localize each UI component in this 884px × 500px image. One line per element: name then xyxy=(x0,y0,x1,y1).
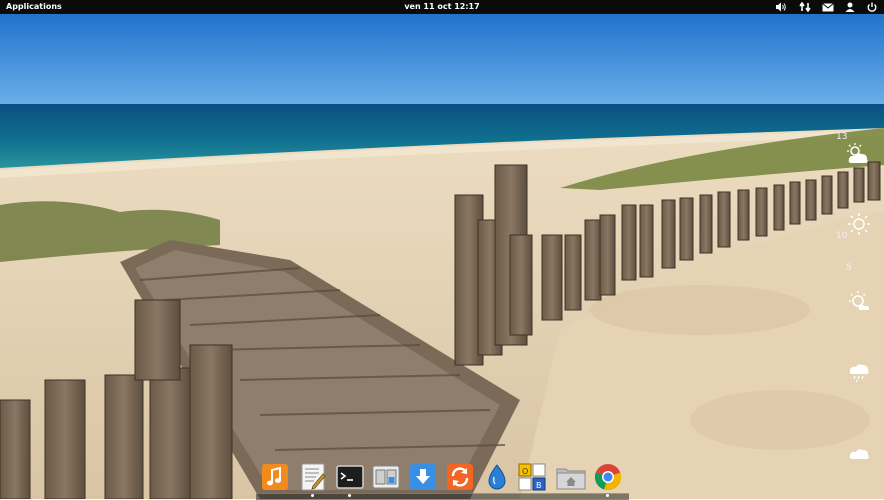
mail-icon[interactable] xyxy=(821,1,835,13)
svg-text:B: B xyxy=(536,481,542,490)
temperature-label: 13 xyxy=(836,132,848,142)
settings-app[interactable] xyxy=(372,463,400,491)
running-indicator xyxy=(606,494,609,497)
panel-clock[interactable]: ven 11 oct 12:17 xyxy=(0,2,884,11)
sunny-haze-icon xyxy=(849,291,869,310)
temperature-label: 10 xyxy=(836,231,848,241)
terminal-icon xyxy=(336,465,364,489)
music-note-icon xyxy=(262,464,288,490)
water-drop-icon xyxy=(488,464,506,490)
user-icon[interactable] xyxy=(843,1,857,13)
text-editor-icon xyxy=(301,463,326,491)
chrome-app[interactable] xyxy=(594,463,622,497)
cloud-icon xyxy=(849,449,869,459)
music-app[interactable] xyxy=(261,463,289,491)
text-editor-app[interactable] xyxy=(299,463,327,497)
office-app[interactable]: O B xyxy=(518,463,546,491)
midori-browser-app[interactable] xyxy=(483,463,511,491)
svg-text:O: O xyxy=(522,467,528,476)
sound-icon[interactable] xyxy=(774,1,788,13)
office-blocks-icon: O B xyxy=(518,463,546,491)
power-icon[interactable] xyxy=(865,1,879,13)
rain-icon xyxy=(849,364,869,383)
partly-cloudy-icon xyxy=(847,143,868,163)
download-arrow-icon xyxy=(410,464,436,490)
weather-widget: 13 10 5 xyxy=(834,125,884,485)
terminal-app[interactable] xyxy=(336,463,364,497)
network-icon[interactable] xyxy=(798,1,812,13)
update-manager-app[interactable] xyxy=(446,463,474,491)
dock: O B xyxy=(256,459,629,500)
home-folder-icon xyxy=(556,468,586,490)
files-app[interactable] xyxy=(556,463,586,491)
desktop-wallpaper xyxy=(0,0,884,499)
running-indicator xyxy=(348,494,351,497)
sunny-icon xyxy=(848,213,870,235)
sync-arrows-icon xyxy=(447,464,473,490)
top-panel: Applications ven 11 oct 12:17 xyxy=(0,0,884,14)
temperature-label: 5 xyxy=(846,263,852,273)
running-indicator xyxy=(311,494,314,497)
software-center-app[interactable] xyxy=(409,463,437,491)
chrome-icon xyxy=(594,464,622,491)
switchboard-icon xyxy=(372,465,400,489)
